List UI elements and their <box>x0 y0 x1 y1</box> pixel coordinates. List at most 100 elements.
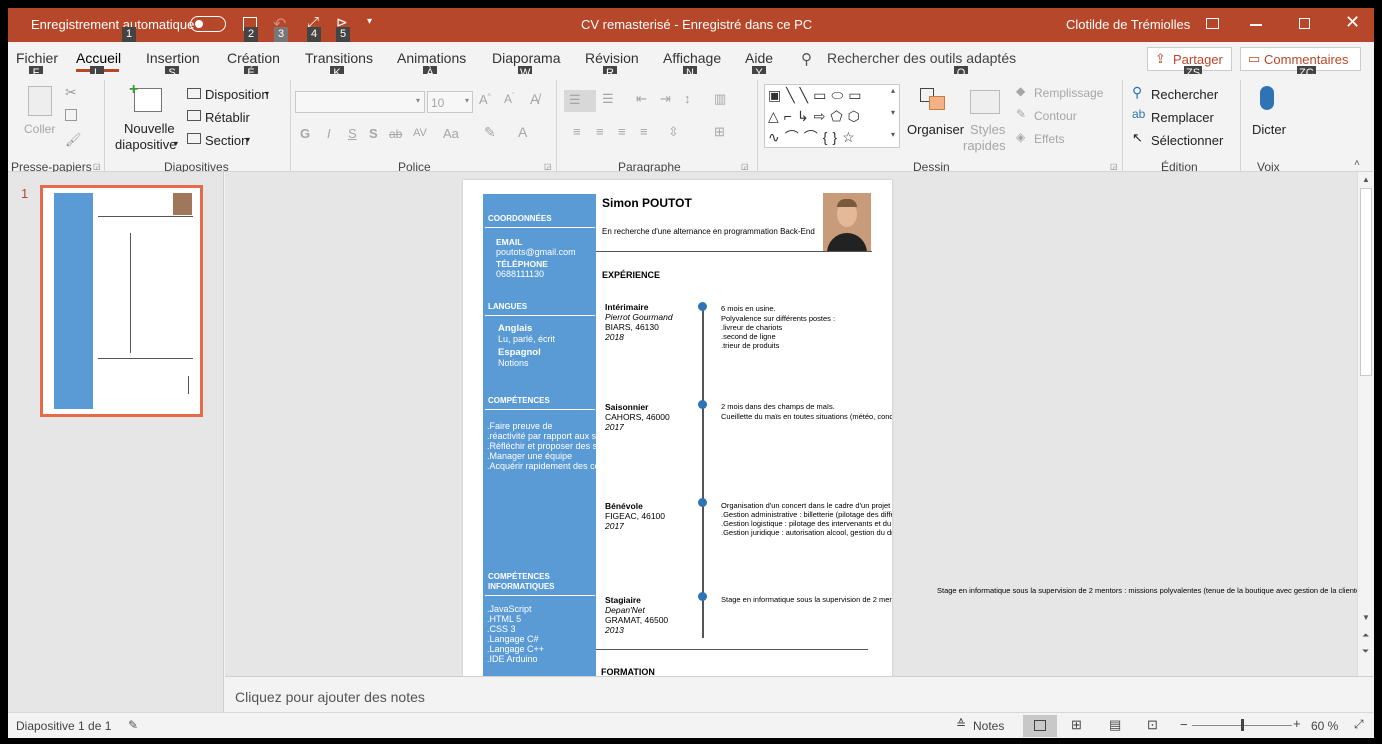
align-right-icon[interactable]: ≡ <box>618 124 626 139</box>
microphone-icon[interactable] <box>1260 86 1274 110</box>
font-family-select[interactable]: ▾ <box>295 91 425 113</box>
tab-insertion[interactable]: Insertion <box>146 50 200 66</box>
format-painter-icon[interactable]: 🖌 <box>65 132 82 148</box>
slide-thumbnail[interactable] <box>40 185 203 417</box>
reading-view-icon[interactable]: ▤ <box>1109 717 1121 733</box>
drawing-launcher-icon[interactable]: ◲ <box>1110 162 1118 171</box>
quick-styles-label-1[interactable]: Styles <box>970 122 1005 137</box>
bold-button[interactable]: G <box>300 126 310 141</box>
new-slide-label-2[interactable]: diapositive <box>115 137 176 152</box>
change-case-button[interactable]: Aa <box>443 126 459 141</box>
notes-button[interactable]: Notes <box>973 719 1004 733</box>
restore-icon[interactable] <box>1299 18 1310 29</box>
previous-slide-icon[interactable]: ⏶ <box>1362 630 1369 641</box>
minimize-icon[interactable] <box>1250 24 1262 26</box>
next-slide-icon[interactable]: ⏷ <box>1362 646 1369 657</box>
font-color-icon[interactable]: A <box>518 124 527 140</box>
gallery-more-icon[interactable]: ▾ <box>891 130 895 139</box>
chevron-down-icon[interactable]: ▾ <box>265 89 269 98</box>
user-name[interactable]: Clotilde de Trémiolles <box>1066 17 1190 32</box>
scroll-up-icon[interactable]: ▲ <box>1362 175 1370 184</box>
fit-to-window-icon[interactable]: ⤢ <box>1354 717 1364 732</box>
strikethrough-button[interactable]: ab <box>389 127 402 141</box>
reset-button[interactable]: Rétablir <box>205 110 250 125</box>
tab-fichier[interactable]: Fichier <box>16 50 58 66</box>
cut-icon[interactable]: ✂ <box>65 84 77 101</box>
new-slide-icon[interactable]: + <box>129 81 162 112</box>
tab-diaporama[interactable]: Diaporama <box>492 50 560 66</box>
shape-fill-button[interactable]: Remplissage <box>1034 86 1103 100</box>
section-button[interactable]: Section <box>205 133 248 148</box>
vertical-scrollbar[interactable]: ▲ ▼ ⏶ ⏷ <box>1357 172 1374 676</box>
clear-formatting-icon[interactable]: A̸ <box>530 91 539 107</box>
paste-icon[interactable] <box>28 86 52 116</box>
scroll-thumb[interactable] <box>1360 188 1372 376</box>
gallery-down-icon[interactable]: ▾ <box>891 108 895 117</box>
gallery-up-icon[interactable]: ▴ <box>891 86 895 95</box>
decrease-indent-icon[interactable]: ⇤ <box>636 91 647 107</box>
bullets-button[interactable]: ☰ <box>564 90 596 112</box>
chevron-down-icon[interactable]: ▾ <box>246 135 250 144</box>
slideshow-icon[interactable]: ⊡ <box>1147 717 1158 733</box>
font-size-select[interactable]: 10 ▾ <box>427 91 473 113</box>
shadow-button[interactable]: S <box>369 126 378 141</box>
justify-icon[interactable]: ≡ <box>640 124 648 139</box>
italic-button[interactable]: I <box>327 126 331 141</box>
arrange-button[interactable]: Organiser <box>907 122 964 137</box>
find-button[interactable]: Rechercher <box>1151 87 1218 102</box>
scroll-down-icon[interactable]: ▼ <box>1362 613 1370 622</box>
tab-revision[interactable]: Révision <box>585 50 639 66</box>
autosave-toggle[interactable] <box>190 16 226 32</box>
columns-icon[interactable]: ▥ <box>714 91 726 107</box>
search-input[interactable]: Rechercher des outils adaptés <box>827 50 1016 66</box>
highlight-icon[interactable]: ✎ <box>484 124 496 141</box>
chevron-down-icon[interactable]: ▾ <box>174 139 178 148</box>
paste-label[interactable]: Coller <box>24 122 55 136</box>
clipboard-launcher-icon[interactable]: ◲ <box>93 162 101 171</box>
tab-transitions[interactable]: Transitions <box>305 50 373 66</box>
smartart-icon[interactable]: ⊞ <box>714 124 725 140</box>
zoom-level[interactable]: 60 % <box>1311 719 1338 733</box>
copy-icon[interactable] <box>65 109 77 121</box>
increase-indent-icon[interactable]: ⇥ <box>660 91 671 107</box>
quick-styles-label-2[interactable]: rapides <box>963 138 1006 153</box>
underline-button[interactable]: S <box>348 126 357 141</box>
align-center-icon[interactable]: ≡ <box>596 124 604 139</box>
replace-button[interactable]: Remplacer <box>1151 110 1214 125</box>
tab-aide[interactable]: Aide <box>745 50 773 66</box>
quick-styles-icon[interactable] <box>970 90 1000 114</box>
char-spacing-button[interactable]: AV <box>413 127 427 139</box>
new-slide-label-1[interactable]: Nouvelle <box>124 121 175 136</box>
shapes-gallery[interactable]: ▣╲╲▭⬭▭ △⌐↳⇨⬠⬡ ∿⌒⌒{}☆ <box>764 84 900 148</box>
notes-pane[interactable]: Cliquez pour ajouter des notes <box>225 676 1374 712</box>
close-icon[interactable]: ✕ <box>1345 12 1360 33</box>
ribbon-display-options-icon[interactable] <box>1206 18 1219 29</box>
zoom-in-icon[interactable]: + <box>1293 716 1301 731</box>
normal-view-button[interactable] <box>1023 715 1057 737</box>
notes-placeholder[interactable]: Cliquez pour ajouter des notes <box>235 689 425 705</box>
layout-button[interactable]: Disposition <box>205 87 269 102</box>
slide[interactable]: COORDONNÉES EMAIL poutots@gmail.com TÉLÉ… <box>463 180 892 676</box>
zoom-slider-thumb[interactable] <box>1241 719 1244 731</box>
shape-effects-button[interactable]: Effets <box>1034 132 1064 146</box>
shape-outline-button[interactable]: Contour <box>1034 109 1077 123</box>
tab-accueil[interactable]: Accueil <box>76 50 121 66</box>
numbering-icon[interactable]: ☰ <box>602 91 614 107</box>
slide-sorter-icon[interactable]: ⊞ <box>1071 717 1082 733</box>
paragraph-launcher-icon[interactable]: ◲ <box>741 162 749 171</box>
font-launcher-icon[interactable]: ◲ <box>544 162 552 171</box>
select-button[interactable]: Sélectionner <box>1151 133 1223 148</box>
tab-creation[interactable]: Création <box>227 50 280 66</box>
increase-font-icon[interactable]: A^ <box>479 92 491 107</box>
align-left-icon[interactable]: ≡ <box>573 124 581 139</box>
accessibility-icon[interactable]: ✎ <box>128 718 138 732</box>
tab-animations[interactable]: Animations <box>397 50 466 66</box>
collapse-ribbon-icon[interactable]: ˄ <box>1354 158 1360 169</box>
align-text-icon[interactable]: ⇳ <box>668 124 679 140</box>
decrease-font-icon[interactable]: Aˇ <box>504 92 514 106</box>
line-spacing-icon[interactable]: ↕ <box>684 91 691 106</box>
tab-affichage[interactable]: Affichage <box>663 50 721 66</box>
zoom-out-icon[interactable]: − <box>1180 717 1188 732</box>
customize-toolbar-icon[interactable]: ▾ <box>367 16 372 27</box>
dictate-button[interactable]: Dicter <box>1252 122 1286 137</box>
